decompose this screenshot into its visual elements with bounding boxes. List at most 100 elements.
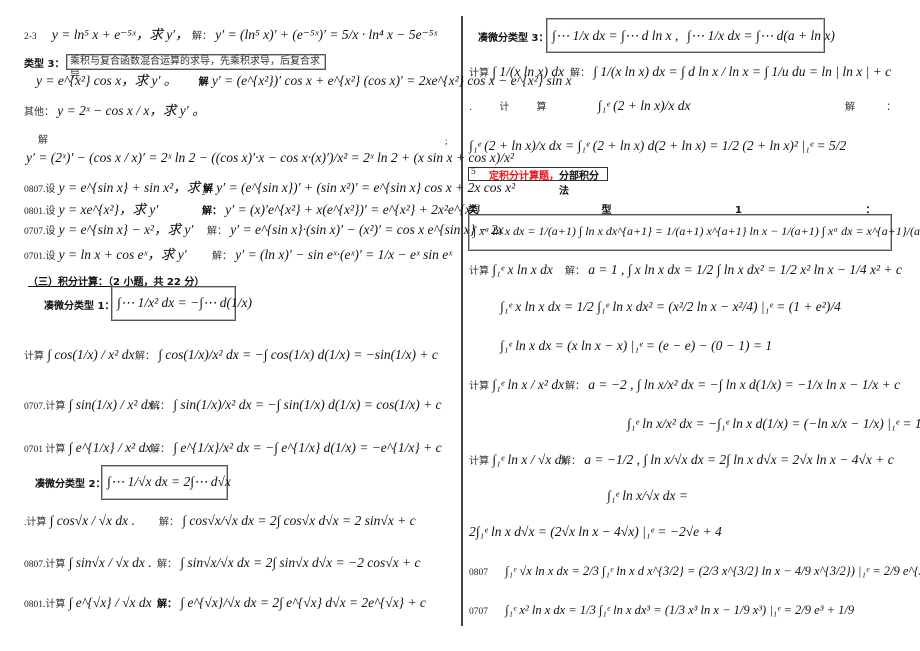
- solution-label: 解：: [207, 226, 227, 237]
- integral-solution: 解： ∫ cos√x/√x dx = 2∫ cos√x d√x = 2 sin√…: [159, 513, 416, 531]
- question-label: . 计 算: [469, 102, 559, 113]
- solution: y′ = (ln⁵ x)′ + (e⁻⁵ˣ)′ = 5/x · ln⁴ x − …: [215, 27, 438, 42]
- question-label: 计算: [24, 351, 44, 362]
- right-type1-box: ∫ xᵃ ln x dx = 1/(a+1) ∫ ln x dx^{a+1} =…: [468, 214, 920, 251]
- derivative-problem: 0707.设 y = e^{sin x} − x²，求 y′: [24, 222, 193, 240]
- integral-problem: 计算 ∫ cos(1/x) / x² dx: [24, 347, 134, 365]
- solution: ∫₁ᵉ √x ln x dx = 2/3 ∫₁ᵉ ln x d x^{3/2} …: [505, 564, 920, 578]
- question: ∫ cos√x / √x dx .: [49, 513, 135, 528]
- int-type1-label: 凑微分类型 1：: [44, 297, 114, 315]
- right-type3-box: ∫⋯ 1/x dx = ∫⋯ d ln x , ∫⋯ 1/x dx = ∫⋯ d…: [546, 18, 835, 53]
- solution: ∫₁ᵉ ln x/x² dx = −∫₁ᵉ ln x d(1/x) = (−ln…: [627, 416, 920, 431]
- type3-box: 乘积与复合函数混合运算的求导，先乘积求导，后复合求导: [66, 54, 326, 81]
- problem-number: 0707.: [24, 227, 46, 237]
- right-type3-example: . 计 算 ∫₁ᵉ (2 + ln x)/x dx: [469, 98, 690, 116]
- right-type3-example: 计算 ∫ 1/(x ln x) dx: [469, 64, 564, 82]
- prefix: 设: [45, 206, 56, 217]
- type3-header: 类型 3：: [24, 55, 64, 73]
- formula-b: ∫⋯ 1/x dx = ∫⋯ d(a + ln x): [687, 28, 835, 43]
- other-problem: 其他： y = 2ˣ − cos x / x，求 y′ 。: [24, 103, 206, 121]
- solution: ∫ cos(1/x)/x² dx = −∫ cos(1/x) d(1/x) = …: [158, 347, 438, 362]
- integral-problem: 0801.计算 ∫ e^{√x} / √x dx: [24, 595, 152, 613]
- solution: a = −1/2 , ∫ ln x/√x dx = 2∫ ln x d√x = …: [584, 452, 894, 467]
- question: y = xe^{x²}，求 y′: [58, 202, 159, 217]
- solution-label: 解：: [565, 266, 585, 277]
- type-label: 凑微分类型 3：: [478, 33, 549, 44]
- solution-label: 解：: [157, 559, 177, 570]
- solution-label: 解：: [202, 206, 222, 217]
- derivative-solution: 解： y′ = e^{sin x}·(sin x)′ − (x²)′ = cos…: [207, 222, 504, 240]
- solution: y′ = (2ˣ)′ − (cos x / x)′ = 2ˣ ln 2 − ((…: [26, 150, 515, 165]
- prefix: 设: [45, 226, 56, 237]
- example-solution: 解： a = −1/2 , ∫ ln x/√x dx = 2∫ ln x d√x…: [561, 452, 894, 470]
- example-row: 0707 ∫₁ᵉ x² ln x dx = 1/3 ∫₁ᵉ ln x dx³ =…: [469, 602, 854, 620]
- question: ∫ cos(1/x) / x² dx: [47, 347, 135, 362]
- problem-number: 0801.: [24, 207, 46, 217]
- integral-solution: 解： ∫ sin(1/x)/x² dx = −∫ sin(1/x) d(1/x)…: [150, 397, 442, 415]
- right-type3-solution: ∫₁ᵉ (2 + ln x)/x dx = ∫₁ᵉ (2 + ln x) d(2…: [469, 138, 846, 154]
- solution-label: 解：: [157, 599, 177, 610]
- integral-problem: 0701 计算 ∫ e^{1/x} / x² dx .: [24, 440, 158, 458]
- right-type3-solution-label: 解 ：: [845, 98, 910, 116]
- example-solution: 2∫₁ᵉ ln x d√x = (2√x ln x − 4√x) |₁ᵉ = −…: [469, 524, 722, 540]
- solution-label: 解：: [561, 456, 581, 467]
- solution-label: 解：: [570, 68, 590, 79]
- solution-label: 解：: [192, 31, 212, 42]
- example-row: 计算 ∫₁ᵉ ln x / x² dx: [469, 377, 564, 395]
- formula: ∫ xᵃ ln x dx = 1/(a+1) ∫ ln x dx^{a+1} =…: [473, 224, 920, 238]
- other-solution-label-row: 解: [38, 131, 48, 149]
- integral-solution: 解： ∫ e^{√x}/√x dx = 2∫ e^{√x} d√x = 2e^{…: [157, 595, 426, 613]
- solution-label: 解：: [565, 381, 585, 392]
- derivative-solution: 解： y′ = (x)′e^{x²} + x(e^{x²})′ = e^{x²}…: [202, 202, 480, 220]
- question: y = ln⁵ x + e⁻⁵ˣ，求 y′，: [51, 27, 189, 42]
- question: ∫ sin√x / √x dx .: [68, 555, 152, 570]
- type-label: 凑微分类型 2：: [35, 479, 106, 490]
- question: y = e^{x²} cos x，求 y′ 。: [36, 73, 178, 88]
- solution: ∫₁ᵉ (2 + ln x)/x dx = ∫₁ᵉ (2 + ln x) d(2…: [469, 138, 847, 153]
- question-label: 计算: [45, 559, 66, 570]
- question: ∫₁ᵉ ln x / √x dx: [492, 452, 568, 467]
- solution-label: 解：: [150, 444, 170, 455]
- column-divider: [461, 16, 463, 626]
- solution-label: 解：: [159, 517, 179, 528]
- example-row: 计算 ∫₁ᵉ x ln x dx: [469, 262, 553, 280]
- question: ∫₁ᵉ x ln x dx: [492, 262, 553, 277]
- example-row: 0807 ∫₁ᵉ √x ln x dx = 2/3 ∫₁ᵉ ln x d x^{…: [469, 563, 920, 581]
- solution: ∫ 1/(x ln x) dx = ∫ d ln x / ln x = ∫ 1/…: [593, 64, 892, 79]
- semicolon-mark: ;: [445, 136, 448, 146]
- solution: ∫ sin(1/x)/x² dx = −∫ sin(1/x) d(1/x) = …: [173, 397, 442, 412]
- derivative-solution: 解： y′ = (ln x)′ − sin eˣ·(eˣ)′ = 1/x − e…: [212, 247, 452, 265]
- question-label: 计算: [469, 456, 489, 467]
- example-solution: 解： a = 1 , ∫ x ln x dx = 1/2 ∫ ln x dx² …: [565, 262, 902, 280]
- integral-problem: 0807.计算 ∫ sin√x / √x dx .: [24, 555, 152, 573]
- question: y = e^{sin x} + sin x²，求 y′: [58, 180, 213, 195]
- solution: ∫₁ᵉ x² ln x dx = 1/3 ∫₁ᵉ ln x dx³ = (1/3…: [505, 603, 855, 617]
- problem-2-3-solution: 解： y′ = (ln⁵ x)′ + (e⁻⁵ˣ)′ = 5/x · ln⁴ x…: [192, 27, 437, 45]
- problem-number: 0807: [469, 568, 488, 578]
- solution-label: 解: [203, 184, 213, 195]
- int-type1-box: ∫⋯ 1/x² dx = −∫⋯ d(1/x): [111, 286, 252, 321]
- solution-label: 解：: [150, 401, 170, 412]
- solution: ∫₁ᵉ x ln x dx = 1/2 ∫₁ᵉ ln x dx² = (x²/2…: [500, 299, 841, 314]
- question: y = ln x + cos eˣ，求 y′: [58, 247, 187, 262]
- example-solution: ∫₁ᵉ ln x/√x dx =: [607, 488, 688, 504]
- question: ∫₁ᵉ ln x / x² dx: [492, 377, 565, 392]
- type-label: 类型 3：: [24, 59, 65, 70]
- int-type2-box: ∫⋯ 1/√x dx = 2∫⋯ d√x: [101, 465, 231, 500]
- solution: y′ = e^{sin x}·(sin x)′ − (x²)′ = cos x …: [230, 222, 504, 237]
- derivative-problem: 0801.设 y = xe^{x²}，求 y′: [24, 202, 158, 220]
- other-label: 其他：: [24, 107, 54, 118]
- question-label: 计算: [45, 599, 66, 610]
- solution: ∫ e^{√x}/√x dx = 2∫ e^{√x} d√x = 2e^{√x}…: [180, 595, 426, 610]
- right-type3-label: 凑微分类型 3：: [478, 29, 548, 47]
- solution: a = 1 , ∫ x ln x dx = 1/2 ∫ ln x dx² = 1…: [588, 262, 902, 277]
- problem-number: 0807.: [24, 560, 46, 570]
- integral-problem: .计算 ∫ cos√x / √x dx .: [24, 513, 135, 531]
- solution-label: 解: [38, 135, 48, 146]
- question-label: 计算: [26, 517, 47, 528]
- question: ∫ e^{1/x} / x² dx .: [68, 440, 159, 455]
- integral-solution: 解： ∫ e^{1/x}/x² dx = −∫ e^{1/x} d(1/x) =…: [150, 440, 442, 458]
- problem-number: 0707.: [24, 402, 46, 412]
- problem-number: 0707: [469, 607, 488, 617]
- formula: ∫⋯ 1/√x dx = 2∫⋯ d√x: [107, 474, 231, 489]
